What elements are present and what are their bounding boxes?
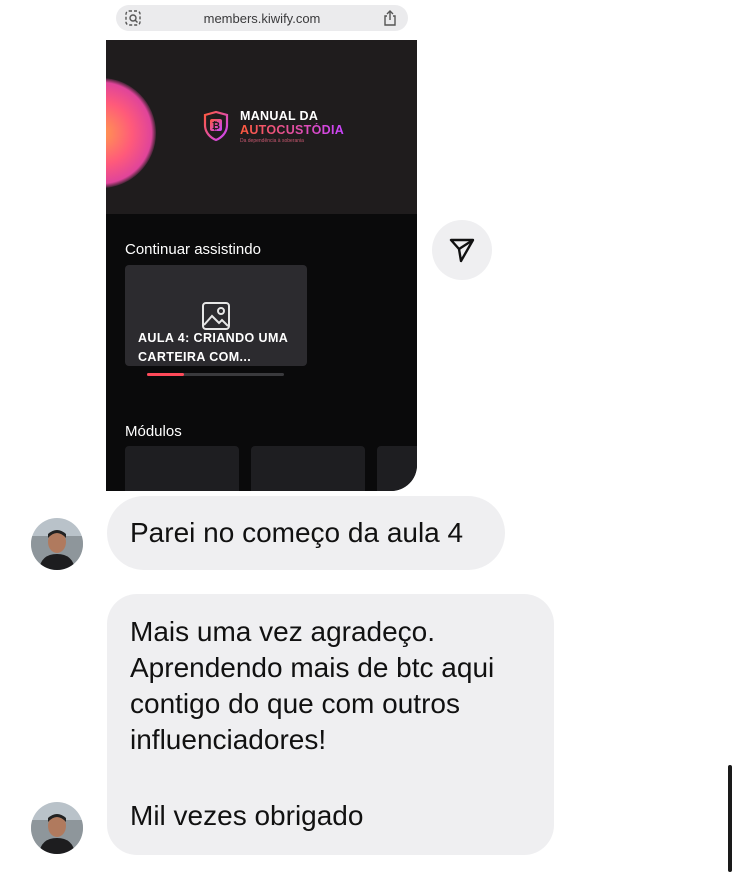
modules-title: Módulos (125, 423, 182, 440)
lesson-card[interactable]: AULA 4: CRIANDO UMA CARTEIRA COM... (125, 265, 307, 366)
scrollbar[interactable] (728, 765, 732, 872)
message-text: Parei no começo da aula 4 (130, 517, 464, 548)
lesson-progress-fill (147, 373, 184, 376)
lesson-title: AULA 4: CRIANDO UMA CARTEIRA COM... (138, 331, 288, 364)
url-bar[interactable]: members.kiwify.com (116, 5, 408, 31)
course-banner: ₿ MANUAL DA AUTOCUSTÓDIA Da dependência … (106, 40, 417, 214)
brand-tagline: Da dependência à soberania (240, 138, 304, 144)
lesson-progress-bar (147, 373, 284, 376)
brand-line-1: MANUAL DA (240, 109, 319, 123)
shared-screenshot[interactable]: ₿ MANUAL DA AUTOCUSTÓDIA Da dependência … (106, 40, 417, 491)
url-text: members.kiwify.com (203, 10, 321, 26)
brand-line-2: AUTOCUSTÓDIA (240, 123, 345, 137)
avatar[interactable] (31, 802, 83, 854)
svg-text:₿: ₿ (212, 120, 220, 132)
send-icon (449, 238, 475, 263)
share-icon[interactable] (382, 9, 398, 27)
bitcoin-shield-icon: ₿ (203, 110, 229, 142)
message-text: Mais uma vez agradeço. Aprendendo mais d… (130, 616, 495, 755)
course-logo: ₿ MANUAL DA AUTOCUSTÓDIA Da dependência … (202, 108, 392, 148)
module-card[interactable] (125, 446, 239, 491)
avatar-photo (31, 518, 83, 570)
message-bubble[interactable]: Mais uma vez agradeço. Aprendendo mais d… (107, 594, 554, 855)
image-placeholder-icon (202, 302, 230, 330)
module-card[interactable] (377, 446, 417, 491)
site-settings-icon[interactable] (124, 9, 142, 27)
continue-watching-title: Continuar assistindo (125, 241, 261, 258)
avatar[interactable] (31, 518, 83, 570)
forward-button[interactable] (432, 220, 492, 280)
module-card[interactable] (251, 446, 365, 491)
message-text-2: Mil vezes obrigado (130, 800, 364, 831)
message-bubble[interactable]: Parei no começo da aula 4 (107, 496, 505, 570)
avatar-photo (31, 802, 83, 854)
banner-glow (106, 78, 156, 188)
